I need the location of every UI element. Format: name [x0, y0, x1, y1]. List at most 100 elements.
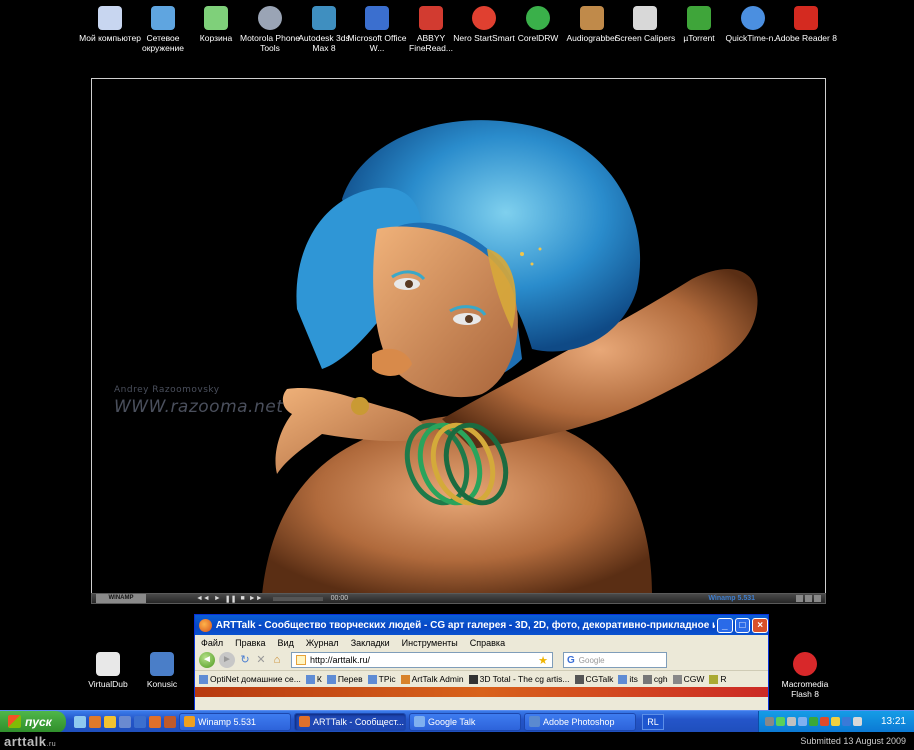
page-content[interactable]: [195, 687, 768, 697]
app-quicklaunch-icon[interactable]: [164, 715, 176, 728]
coreldraw-icon: [526, 6, 550, 30]
bookmark-item[interactable]: R: [709, 674, 727, 684]
volume-icon[interactable]: [787, 717, 796, 726]
desktop-icon-adobe-reader[interactable]: Adobe Reader 8: [775, 6, 837, 43]
tray-icon[interactable]: [765, 717, 774, 726]
tray-icon[interactable]: [820, 717, 829, 726]
screen-calipers-icon: [633, 6, 657, 30]
menu-bookmarks[interactable]: Закладки: [351, 638, 390, 648]
firefox-window: ARTTalk - Сообщество творческих людей - …: [194, 614, 769, 714]
bookmark-item[interactable]: ArtTalk Admin: [400, 674, 464, 684]
save-icon[interactable]: [119, 715, 131, 728]
desktop-icon-recycle-bin[interactable]: Корзина: [185, 6, 247, 43]
search-placeholder: Google: [578, 655, 605, 665]
menu-edit[interactable]: Правка: [235, 638, 265, 648]
show-desktop-icon[interactable]: [74, 715, 86, 728]
next-button[interactable]: ►►: [249, 595, 263, 603]
bookmark-item[interactable]: 3D Total - The cg artis...: [468, 674, 570, 684]
word-icon: [365, 6, 389, 30]
bookmarks-toolbar: OptiNet домашние се... К Перев TPic ArtT…: [195, 670, 768, 687]
desktop-icon-screen-calipers[interactable]: Screen Calipers: [614, 6, 676, 43]
bookmark-icon: [400, 674, 410, 684]
menu-history[interactable]: Журнал: [306, 638, 339, 648]
stop-button[interactable]: ■: [241, 595, 245, 603]
winamp-window-buttons: [796, 595, 821, 602]
winamp-task-icon: [184, 716, 195, 727]
desktop-icon-utorrent[interactable]: µTorrent: [668, 6, 730, 43]
bookmark-icon: [672, 674, 682, 684]
bookmark-item[interactable]: cgh: [642, 674, 668, 684]
tray-icon[interactable]: [842, 717, 851, 726]
folder-icon[interactable]: [104, 715, 116, 728]
browser-title-bar[interactable]: ARTTalk - Сообщество творческих людей - …: [195, 615, 768, 635]
back-button[interactable]: ◄: [199, 652, 215, 668]
bookmark-item[interactable]: CGW: [672, 674, 704, 684]
bookmark-item[interactable]: OptiNet домашние се...: [199, 674, 301, 684]
google-icon: G: [567, 654, 575, 666]
bookmark-icon: [574, 674, 584, 684]
tray-icon[interactable]: [776, 717, 785, 726]
maximize-icon[interactable]: [805, 595, 812, 602]
prev-button[interactable]: ◄◄: [196, 595, 210, 603]
minimize-button[interactable]: _: [716, 617, 733, 633]
firefox-quicklaunch-icon[interactable]: [89, 715, 101, 728]
desktop-icon-word[interactable]: Microsoft Office W...: [346, 6, 408, 53]
search-box[interactable]: G Google: [563, 652, 667, 668]
google-talk-icon: [414, 716, 425, 727]
browser-quicklaunch-icon[interactable]: [149, 715, 161, 728]
play-button[interactable]: ►: [214, 595, 221, 603]
utorrent-icon: [687, 6, 711, 30]
nero-icon: [472, 6, 496, 30]
word-quicklaunch-icon[interactable]: [134, 715, 146, 728]
desktop-icon-konusic[interactable]: Konusic: [131, 652, 193, 689]
abbyy-icon: [419, 6, 443, 30]
close-button[interactable]: ×: [752, 617, 768, 633]
desktop-icon-motorola[interactable]: Motorola Phone Tools: [239, 6, 301, 53]
desktop-icon-coreldraw[interactable]: CorelDRW: [507, 6, 569, 43]
desktop-icon-virtualdub[interactable]: VirtualDub: [77, 652, 139, 689]
bookmark-item[interactable]: Перев: [326, 674, 363, 684]
close-icon[interactable]: [814, 595, 821, 602]
bookmark-icon: [367, 674, 377, 684]
pause-button[interactable]: ❚❚: [225, 595, 237, 603]
minimize-icon[interactable]: [796, 595, 803, 602]
recycle-bin-icon: [204, 6, 228, 30]
start-button[interactable]: пуск: [0, 710, 66, 733]
footer-strip: arttalk.ru Submitted 13 August 2009: [0, 732, 914, 750]
bookmark-star-icon[interactable]: ★: [538, 654, 548, 667]
winamp-logo[interactable]: WINAMP: [96, 594, 146, 603]
bookmark-icon: [326, 674, 336, 684]
address-bar[interactable]: http://arttalk.ru/ ★: [291, 652, 553, 668]
bookmark-item[interactable]: CGTalk: [574, 674, 613, 684]
winamp-title: Winamp 5.531: [708, 595, 755, 602]
desktop-icon-nero[interactable]: Nero StartSmart: [453, 6, 515, 43]
konusic-icon: [150, 652, 174, 676]
bookmark-item[interactable]: its: [618, 674, 638, 684]
home-icon[interactable]: ⌂: [271, 654, 283, 666]
forward-button[interactable]: ►: [219, 652, 235, 668]
motorola-icon: [258, 6, 282, 30]
menu-file[interactable]: Файл: [201, 638, 223, 648]
menu-view[interactable]: Вид: [278, 638, 294, 648]
maximize-button[interactable]: □: [734, 617, 751, 633]
portrait-photo: [262, 120, 758, 593]
language-indicator[interactable]: RL: [642, 713, 664, 730]
reload-icon[interactable]: ↻: [239, 654, 251, 666]
bookmark-item[interactable]: TPic: [367, 674, 396, 684]
menu-tools[interactable]: Инструменты: [402, 638, 458, 648]
tray-icon[interactable]: [831, 717, 840, 726]
tray-icon[interactable]: [853, 717, 862, 726]
menu-help[interactable]: Справка: [470, 638, 505, 648]
watermark-url: WWW.razooma.net: [114, 397, 284, 417]
task-winamp[interactable]: Winamp 5.531: [179, 712, 291, 731]
seek-bar[interactable]: [272, 596, 323, 601]
task-photoshop[interactable]: Adobe Photoshop: [524, 712, 636, 731]
network-tray-icon[interactable]: [798, 717, 807, 726]
task-google-talk[interactable]: Google Talk: [409, 712, 521, 731]
stop-icon[interactable]: ✕: [255, 654, 267, 666]
tray-icon[interactable]: [809, 717, 818, 726]
bookmark-item[interactable]: К: [305, 674, 322, 684]
desktop-icon-flash[interactable]: Macromedia Flash 8: [774, 652, 836, 699]
task-arttalk[interactable]: ARTTalk - Сообщест...: [294, 712, 406, 731]
clock[interactable]: 13:21: [881, 716, 906, 727]
